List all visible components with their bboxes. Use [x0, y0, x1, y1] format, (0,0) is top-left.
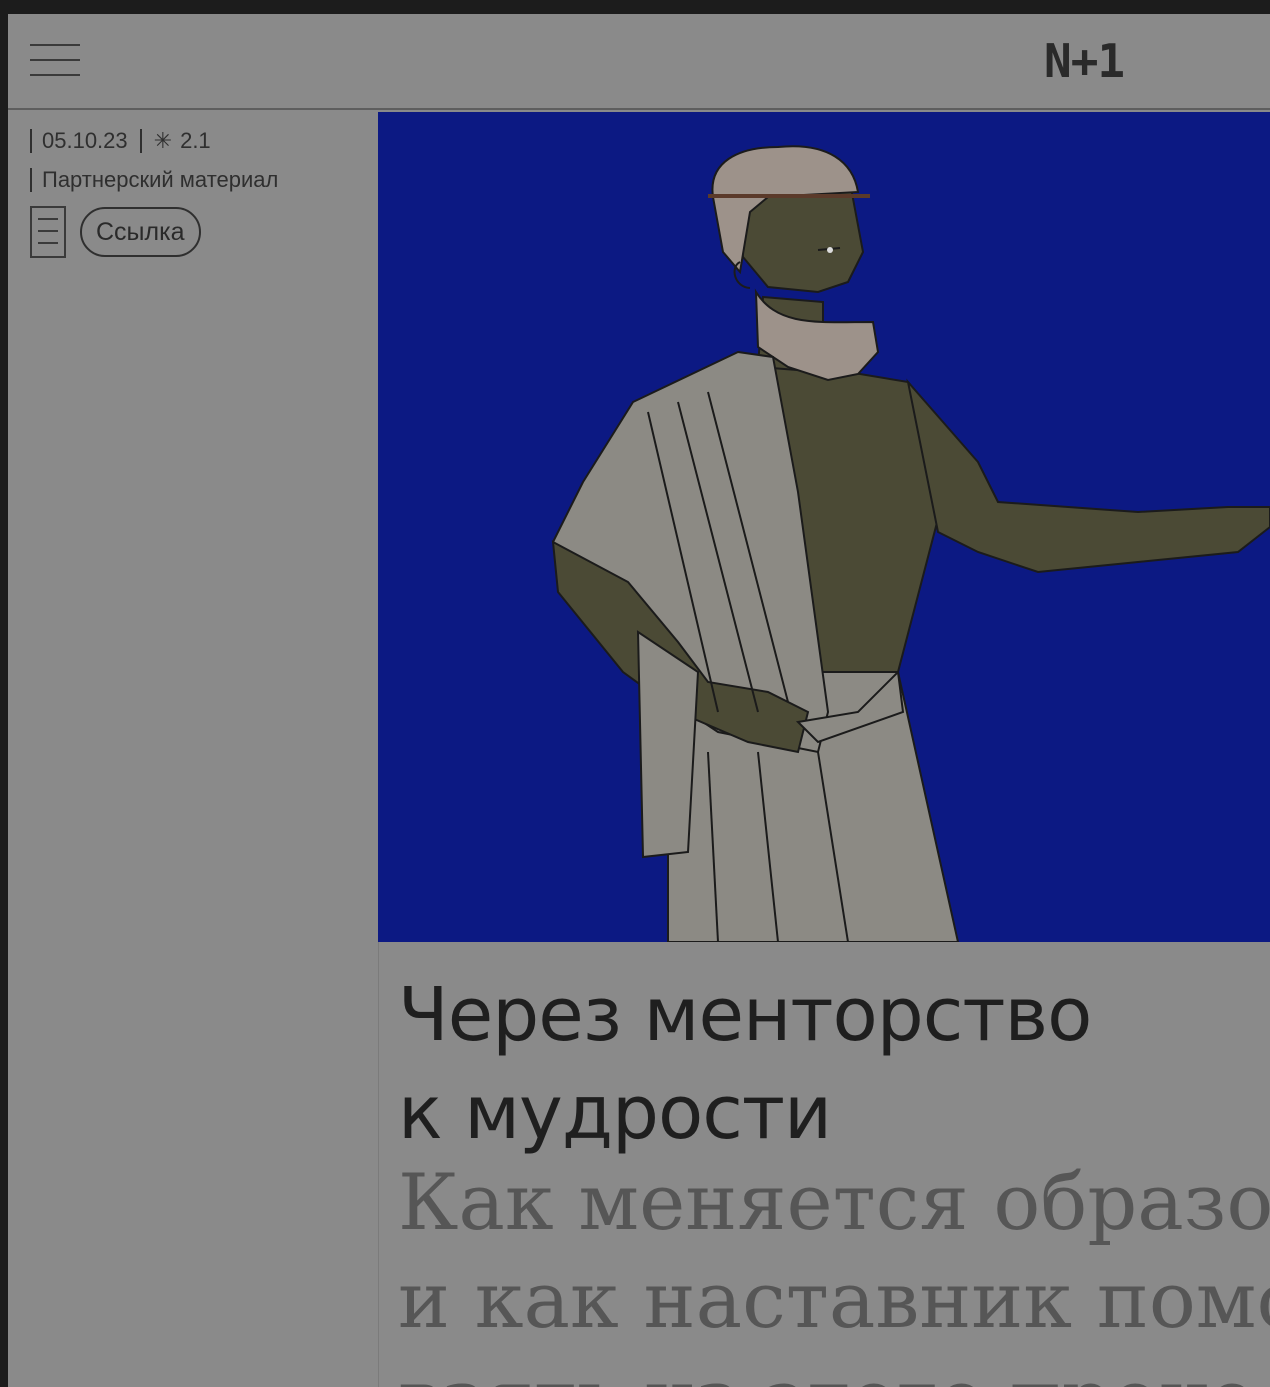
article-date: 05.10.23 [42, 128, 128, 153]
subtitle-line: взять из этого проце [398, 1350, 1270, 1387]
article-subtitle: Как меняется образо и как наставник помо… [398, 1154, 1270, 1387]
philosopher-illustration [551, 145, 1270, 942]
page: N+1 05.10.23 ✳ 2.1 Партнерский материал … [8, 14, 1270, 1387]
subtitle-line: Как меняется образо [398, 1158, 1270, 1248]
meta-date-row: 05.10.23 ✳ 2.1 [30, 126, 370, 156]
divider-bar [30, 129, 32, 153]
hamburger-menu-icon[interactable] [30, 44, 80, 78]
title-line: к мудрости [398, 1070, 832, 1156]
article-title: Через менторство к мудрости [398, 966, 1258, 1162]
document-icon[interactable] [30, 206, 66, 258]
copy-link-button[interactable]: Ссылка [80, 207, 201, 257]
hero-image [378, 112, 1270, 942]
window-left-edge [0, 14, 8, 1387]
difficulty-value: 2.1 [180, 128, 211, 153]
site-header: N+1 [8, 14, 1270, 110]
title-line: Через менторство [398, 972, 1092, 1058]
subtitle-line: и как наставник помо [398, 1256, 1270, 1346]
browser-top-bar [0, 0, 1270, 14]
meta-category-row: Партнерский материал [30, 165, 370, 195]
site-logo[interactable]: N+1 [1044, 34, 1125, 88]
article-category[interactable]: Партнерский материал [42, 167, 278, 193]
article-actions: Ссылка [30, 206, 201, 258]
divider-bar [30, 168, 32, 192]
article-meta: 05.10.23 ✳ 2.1 Партнерский материал [30, 126, 370, 195]
asterisk-icon: ✳ [153, 128, 173, 153]
divider-bar [139, 129, 142, 153]
